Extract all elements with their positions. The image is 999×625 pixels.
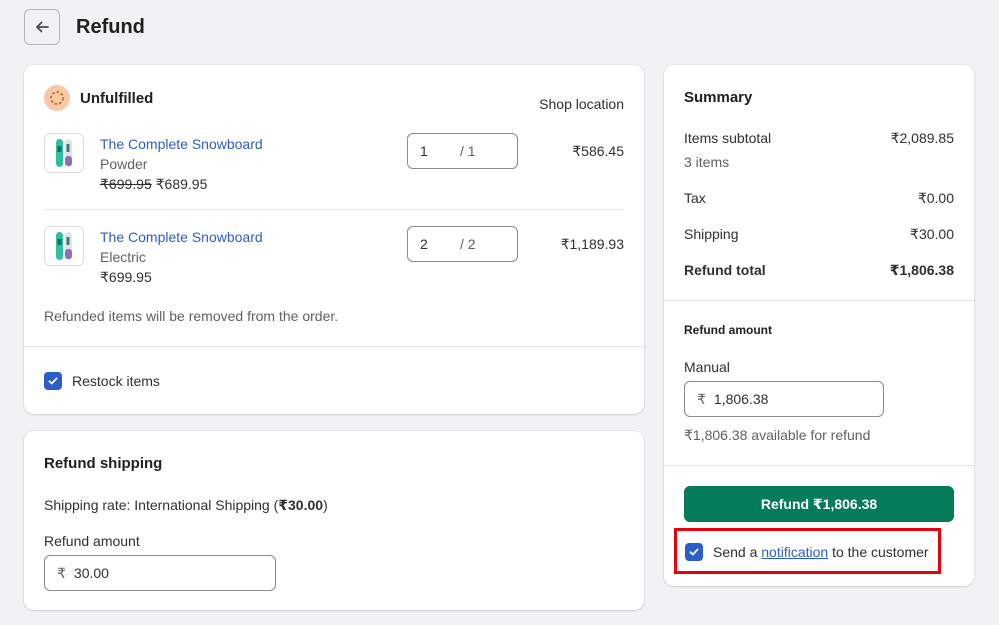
- input-value: 30.00: [74, 565, 109, 581]
- refund-shipping-card: Refund shipping Shipping rate: Internati…: [24, 431, 644, 610]
- quantity-max: / 1: [460, 143, 476, 159]
- quantity-input[interactable]: 2 / 2: [407, 226, 518, 262]
- summary-row-tax: Tax ₹0.00: [684, 190, 954, 207]
- checkbox-checked[interactable]: [685, 543, 703, 561]
- notify-suffix: to the customer: [828, 544, 928, 560]
- fulfillment-status: Unfulfilled: [44, 85, 153, 111]
- page-header: Refund: [24, 9, 145, 45]
- manual-refund-input[interactable]: ₹ 1,806.38: [684, 381, 884, 417]
- original-price: ₹699.95: [100, 176, 152, 192]
- refund-button[interactable]: Refund ₹1,806.38: [684, 486, 954, 522]
- summary-row-subtotal: Items subtotal ₹2,089.85: [684, 130, 954, 147]
- section-divider: [24, 346, 644, 347]
- page-title: Refund: [76, 16, 145, 39]
- product-title-link[interactable]: The Complete Snowboard: [100, 227, 263, 247]
- row-label: Tax: [684, 190, 706, 207]
- product-thumbnail: [44, 133, 84, 173]
- line-total: ₹1,189.93: [561, 236, 624, 253]
- currency-prefix: ₹: [697, 391, 706, 408]
- line-item: The Complete Snowboard Powder ₹699.95 ₹6…: [44, 133, 624, 203]
- currency-prefix: ₹: [57, 565, 66, 582]
- item-divider: [44, 209, 624, 210]
- restock-checkbox[interactable]: Restock items: [44, 372, 160, 390]
- arrow-left-icon: [34, 19, 50, 35]
- input-value: 1,806.38: [714, 391, 769, 407]
- snowboard-icon: [54, 231, 74, 261]
- refund-amount-label: Refund amount: [44, 533, 140, 549]
- row-value: ₹0.00: [918, 190, 954, 207]
- variant-label: Powder: [100, 154, 263, 174]
- shipping-rate-suffix: ): [323, 497, 328, 513]
- row-label: Items subtotal: [684, 130, 771, 147]
- shipping-refund-input[interactable]: ₹ 30.00: [44, 555, 276, 591]
- unfulfilled-items-card: Unfulfilled Shop location The Complete S…: [24, 65, 644, 414]
- unit-price: ₹699.95 ₹689.95: [100, 174, 263, 194]
- section-divider: [664, 465, 974, 466]
- restock-label: Restock items: [72, 373, 160, 389]
- line-total: ₹586.45: [572, 143, 624, 160]
- row-value: ₹2,089.85: [891, 130, 954, 147]
- manual-label: Manual: [684, 359, 730, 375]
- refund-amount-title: Refund amount: [684, 323, 772, 337]
- item-info: The Complete Snowboard Electric ₹699.95: [100, 227, 263, 287]
- section-title: Refund shipping: [44, 455, 162, 472]
- dashed-circle-icon: [44, 85, 70, 111]
- product-title-link[interactable]: The Complete Snowboard: [100, 134, 263, 154]
- quantity-max: / 2: [460, 236, 476, 252]
- summary-card: Summary Items subtotal ₹2,089.85 3 items…: [664, 65, 974, 586]
- shipping-rate-amount: ₹30.00: [278, 497, 323, 513]
- row-value: ₹30.00: [910, 226, 954, 243]
- quantity-value: 1: [420, 143, 460, 159]
- items-count: 3 items: [684, 154, 729, 170]
- product-thumbnail: [44, 226, 84, 266]
- summary-row-refund-total: Refund total ₹1,806.38: [684, 262, 954, 279]
- item-info: The Complete Snowboard Powder ₹699.95 ₹6…: [100, 134, 263, 194]
- snowboard-icon: [54, 138, 74, 168]
- summary-row-shipping: Shipping ₹30.00: [684, 226, 954, 243]
- discounted-price: ₹689.95: [156, 176, 208, 192]
- line-item: The Complete Snowboard Electric ₹699.95 …: [44, 226, 624, 296]
- shop-location: Shop location: [539, 96, 624, 112]
- back-button[interactable]: [24, 9, 60, 45]
- status-label: Unfulfilled: [80, 90, 153, 107]
- variant-label: Electric: [100, 247, 263, 267]
- row-label: Shipping: [684, 226, 739, 243]
- notify-label: Send a notification to the customer: [713, 544, 929, 560]
- unit-price: ₹699.95: [100, 267, 263, 287]
- row-label: Refund total: [684, 262, 766, 279]
- checkmark-icon: [47, 375, 59, 387]
- notify-prefix: Send a: [713, 544, 761, 560]
- checkbox-checked[interactable]: [44, 372, 62, 390]
- shipping-rate: Shipping rate: International Shipping (₹…: [44, 497, 328, 514]
- checkmark-icon: [688, 546, 700, 558]
- quantity-input[interactable]: 1 / 1: [407, 133, 518, 169]
- row-value: ₹1,806.38: [890, 262, 954, 279]
- shipping-rate-text: Shipping rate: International Shipping (: [44, 497, 278, 513]
- refund-note: Refunded items will be removed from the …: [44, 308, 338, 324]
- notify-customer-checkbox[interactable]: Send a notification to the customer: [685, 543, 929, 561]
- quantity-value: 2: [420, 236, 460, 252]
- available-for-refund: ₹1,806.38 available for refund: [684, 427, 870, 444]
- summary-title: Summary: [684, 89, 752, 106]
- notification-link[interactable]: notification: [761, 544, 828, 560]
- section-divider: [664, 300, 974, 301]
